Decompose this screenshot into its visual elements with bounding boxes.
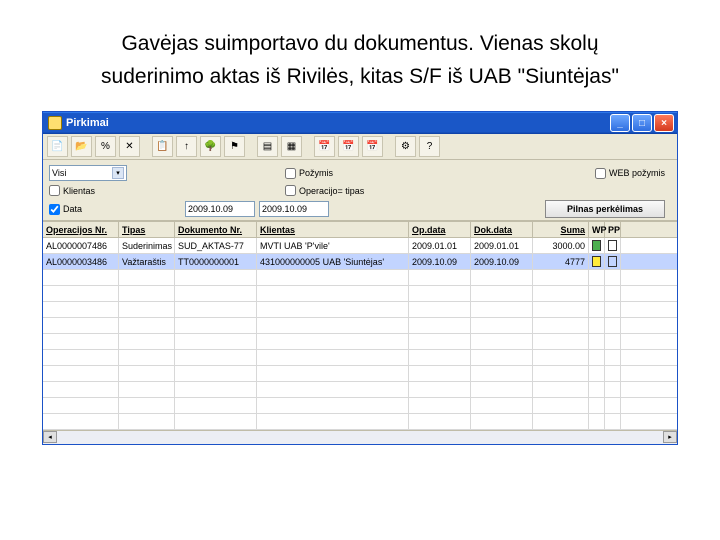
toolbar-flag-icon[interactable]: ⚑ <box>224 136 245 157</box>
table-row[interactable] <box>43 318 677 334</box>
minimize-button[interactable]: _ <box>610 114 630 132</box>
col-operacijos[interactable]: Operacijos Nr. <box>43 222 119 237</box>
col-suma[interactable]: Suma <box>533 222 589 237</box>
toolbar-cal2-icon[interactable]: 📅 <box>338 136 359 157</box>
data-checkbox[interactable] <box>49 204 60 215</box>
table-row[interactable] <box>43 398 677 414</box>
table-row[interactable] <box>43 302 677 318</box>
titlebar: Pirkimai _ □ × <box>43 112 677 134</box>
webpozymis-checkbox[interactable] <box>595 168 606 179</box>
window-title: Pirkimai <box>66 117 109 129</box>
klientas-label: Klientas <box>63 186 95 196</box>
scroll-right-icon[interactable]: ▸ <box>663 431 677 443</box>
table-row[interactable] <box>43 334 677 350</box>
table-row[interactable]: AL0000007486 Suderinimas SUD_AKTAS-77 MV… <box>43 238 677 254</box>
date-from-input[interactable]: 2009.10.09 <box>185 201 255 217</box>
app-window: Pirkimai _ □ × 📄 📂 % ✕ 📋 ↑ 🌳 ⚑ ▤ ▦ 📅 📅 📅… <box>42 111 678 445</box>
toolbar-cfg-icon[interactable]: ⚙ <box>395 136 416 157</box>
toolbar-new-icon[interactable]: 📄 <box>47 136 68 157</box>
data-grid: Operacijos Nr. Tipas Dokumento Nr. Klien… <box>43 221 677 444</box>
toolbar-tree-icon[interactable]: 🌳 <box>200 136 221 157</box>
col-opdata[interactable]: Op.data <box>409 222 471 237</box>
toolbar-delete-icon[interactable]: ✕ <box>119 136 140 157</box>
col-dokumento[interactable]: Dokumento Nr. <box>175 222 257 237</box>
visi-select[interactable]: Visi▾ <box>49 165 127 181</box>
toolbar-open-icon[interactable]: 📂 <box>71 136 92 157</box>
table-row[interactable] <box>43 382 677 398</box>
pp-status-icon <box>608 256 617 267</box>
date-to-input[interactable]: 2009.10.09 <box>259 201 329 217</box>
col-klientas[interactable]: Klientas <box>257 222 409 237</box>
caption-line2: suderinimo aktas iš Rivilės, kitas S/F i… <box>40 61 680 94</box>
toolbar-cal1-icon[interactable]: 📅 <box>314 136 335 157</box>
maximize-button[interactable]: □ <box>632 114 652 132</box>
toolbar-help-icon[interactable]: ? <box>419 136 440 157</box>
toolbar-cal3-icon[interactable]: 📅 <box>362 136 383 157</box>
data-label: Data <box>63 204 82 214</box>
col-pp[interactable]: PP <box>605 222 621 237</box>
caption-line1: Gavėjas suimportavo du dokumentus. Viena… <box>40 28 680 61</box>
toolbar-view2-icon[interactable]: ▦ <box>281 136 302 157</box>
filters-panel: Visi▾ Požymis WEB požymis Klientas Opera… <box>43 160 677 221</box>
toolbar: 📄 📂 % ✕ 📋 ↑ 🌳 ⚑ ▤ ▦ 📅 📅 📅 ⚙ ? <box>43 134 677 160</box>
pp-status-icon <box>608 240 617 251</box>
operacijotipas-label: Operacijo= tipas <box>299 186 364 196</box>
horizontal-scrollbar[interactable]: ◂ ▸ <box>43 430 677 444</box>
table-row[interactable] <box>43 366 677 382</box>
wp-status-icon <box>592 256 601 267</box>
table-row[interactable] <box>43 270 677 286</box>
operacijotipas-checkbox[interactable] <box>285 185 296 196</box>
table-row[interactable] <box>43 414 677 430</box>
app-icon <box>48 116 62 130</box>
pilnas-perkelimas-button[interactable]: Pilnas perkėlimas <box>545 200 665 218</box>
table-row[interactable] <box>43 286 677 302</box>
close-button[interactable]: × <box>654 114 674 132</box>
webpozymis-label: WEB požymis <box>609 168 665 178</box>
pozymis-label: Požymis <box>299 168 333 178</box>
col-wp[interactable]: WP <box>589 222 605 237</box>
toolbar-percent-icon[interactable]: % <box>95 136 116 157</box>
table-row[interactable]: AL0000003486 Važtaraštis TT0000000001 43… <box>43 254 677 270</box>
scroll-left-icon[interactable]: ◂ <box>43 431 57 443</box>
toolbar-view1-icon[interactable]: ▤ <box>257 136 278 157</box>
table-row[interactable] <box>43 350 677 366</box>
toolbar-copy-icon[interactable]: 📋 <box>152 136 173 157</box>
col-dokdata[interactable]: Dok.data <box>471 222 533 237</box>
wp-status-icon <box>592 240 601 251</box>
klientas-checkbox[interactable] <box>49 185 60 196</box>
toolbar-up-icon[interactable]: ↑ <box>176 136 197 157</box>
grid-header: Operacijos Nr. Tipas Dokumento Nr. Klien… <box>43 221 677 238</box>
col-tipas[interactable]: Tipas <box>119 222 175 237</box>
pozymis-checkbox[interactable] <box>285 168 296 179</box>
